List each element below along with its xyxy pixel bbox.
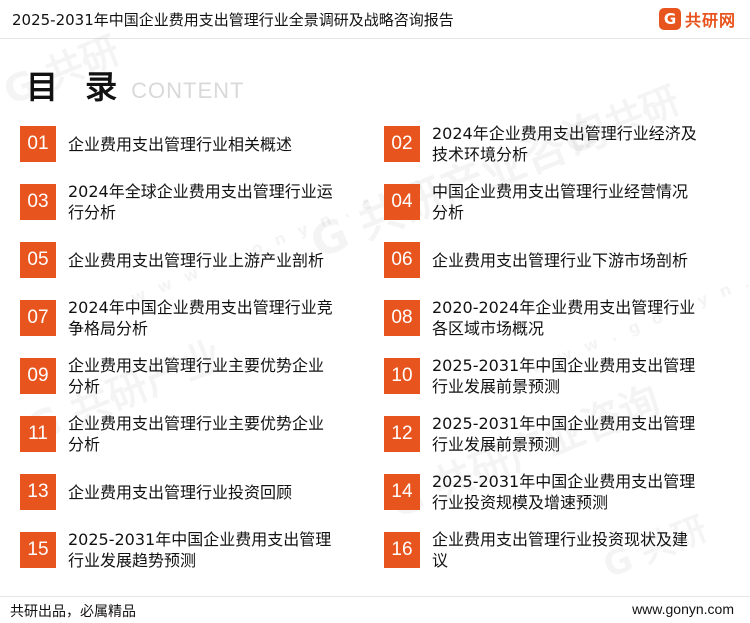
toc-item[interactable]: 02 2024年企业费用支出管理行业经济及技术环境分析 bbox=[384, 119, 702, 169]
toc-item-label: 2025-2031年中国企业费用支出管理行业投资规模及增速预测 bbox=[432, 472, 696, 512]
report-title: 2025-2031年中国企业费用支出管理行业全景调研及战略咨询报告 bbox=[12, 11, 454, 29]
logo-text: 共研网 bbox=[684, 11, 736, 30]
toc-item-number: 07 bbox=[20, 300, 56, 336]
toc-item[interactable]: 10 2025-2031年中国企业费用支出管理行业发展前景预测 bbox=[384, 351, 702, 401]
toc-item-label: 2025-2031年中国企业费用支出管理行业发展趋势预测 bbox=[68, 530, 332, 570]
toc-item-number: 15 bbox=[20, 532, 56, 568]
toc-item-number: 01 bbox=[20, 126, 56, 162]
toc-item-number: 03 bbox=[20, 184, 56, 220]
toc-item-number: 12 bbox=[384, 416, 420, 452]
toc-item[interactable]: 15 2025-2031年中国企业费用支出管理行业发展趋势预测 bbox=[20, 525, 338, 575]
toc-item[interactable]: 01 企业费用支出管理行业相关概述 bbox=[20, 119, 338, 169]
toc-item-number: 16 bbox=[384, 532, 420, 568]
toc-item[interactable]: 08 2020-2024年企业费用支出管理行业各区域市场概况 bbox=[384, 293, 702, 343]
toc-item-number: 09 bbox=[20, 358, 56, 394]
toc-heading: 目 录 CONTENT bbox=[26, 62, 244, 108]
logo-icon: G bbox=[658, 8, 681, 30]
toc-item[interactable]: 04 中国企业费用支出管理行业经营情况分析 bbox=[384, 177, 702, 227]
toc-item-label: 企业费用支出管理行业主要优势企业分析 bbox=[68, 414, 325, 454]
toc-item[interactable]: 07 2024年中国企业费用支出管理行业竞争格局分析 bbox=[20, 293, 338, 343]
toc-item[interactable]: 13 企业费用支出管理行业投资回顾 bbox=[20, 467, 338, 517]
brand-logo: G 共研网 bbox=[658, 7, 736, 31]
toc-item-number: 10 bbox=[384, 358, 420, 394]
toc-item[interactable]: 06 企业费用支出管理行业下游市场剖析 bbox=[384, 235, 702, 285]
toc-item[interactable]: 16 企业费用支出管理行业投资现状及建议 bbox=[384, 525, 702, 575]
toc-item-number: 11 bbox=[20, 416, 56, 452]
toc-item-label: 2024年中国企业费用支出管理行业竞争格局分析 bbox=[68, 298, 333, 338]
toc-item-number: 02 bbox=[384, 126, 420, 162]
toc-item[interactable]: 09 企业费用支出管理行业主要优势企业分析 bbox=[20, 351, 338, 401]
toc-subtitle: CONTENT bbox=[131, 78, 245, 103]
toc-item[interactable]: 12 2025-2031年中国企业费用支出管理行业发展前景预测 bbox=[384, 409, 702, 459]
toc-item-label: 2020-2024年企业费用支出管理行业各区域市场概况 bbox=[432, 298, 696, 338]
toc-item-number: 08 bbox=[384, 300, 420, 336]
toc-item-label: 2025-2031年中国企业费用支出管理行业发展前景预测 bbox=[432, 356, 696, 396]
toc-item-label: 2025-2031年中国企业费用支出管理行业发展前景预测 bbox=[432, 414, 696, 454]
toc-title: 目 录 bbox=[26, 68, 126, 106]
footer-url[interactable]: www.gonyn.com bbox=[632, 601, 734, 617]
toc-item-label: 企业费用支出管理行业上游产业剖析 bbox=[68, 250, 325, 270]
toc-item-label: 2024年全球企业费用支出管理行业运行分析 bbox=[68, 182, 333, 222]
toc-item-label: 企业费用支出管理行业下游市场剖析 bbox=[432, 250, 689, 270]
toc-item-number: 05 bbox=[20, 242, 56, 278]
toc-item-label: 2024年企业费用支出管理行业经济及技术环境分析 bbox=[432, 124, 697, 164]
toc-item-number: 14 bbox=[384, 474, 420, 510]
toc-item-label: 企业费用支出管理行业相关概述 bbox=[68, 134, 293, 154]
toc-item[interactable]: 11 企业费用支出管理行业主要优势企业分析 bbox=[20, 409, 338, 459]
toc-item-label: 企业费用支出管理行业投资回顾 bbox=[68, 482, 293, 502]
toc-item-number: 06 bbox=[384, 242, 420, 278]
footer-bar: 共研出品，必属精品 www.gonyn.com bbox=[0, 596, 750, 623]
toc-item-label: 中国企业费用支出管理行业经营情况分析 bbox=[432, 182, 689, 222]
toc-item[interactable]: 03 2024年全球企业费用支出管理行业运行分析 bbox=[20, 177, 338, 227]
header-bar: 2025-2031年中国企业费用支出管理行业全景调研及战略咨询报告 G 共研网 bbox=[0, 0, 750, 39]
toc-item-label: 企业费用支出管理行业投资现状及建议 bbox=[432, 530, 689, 570]
footer-slogan: 共研出品，必属精品 bbox=[10, 604, 136, 620]
toc-item-number: 04 bbox=[384, 184, 420, 220]
toc-item[interactable]: 14 2025-2031年中国企业费用支出管理行业投资规模及增速预测 bbox=[384, 467, 702, 517]
toc-item-number: 13 bbox=[20, 474, 56, 510]
toc-item-label: 企业费用支出管理行业主要优势企业分析 bbox=[68, 356, 325, 396]
toc-item[interactable]: 05 企业费用支出管理行业上游产业剖析 bbox=[20, 235, 338, 285]
